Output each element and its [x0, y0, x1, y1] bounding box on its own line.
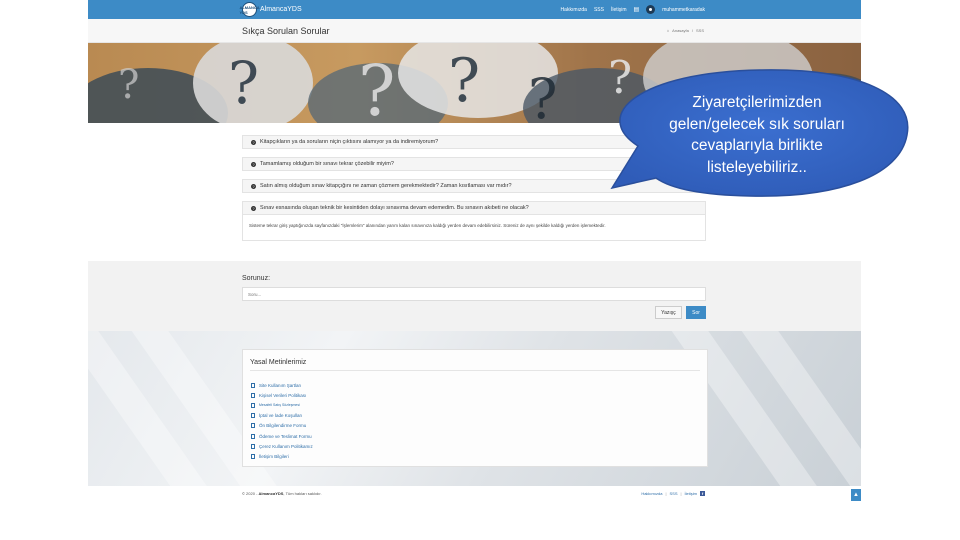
callout-line: cevaplarıyla birlikte: [691, 137, 823, 154]
question-circle-icon: ?: [251, 139, 256, 145]
copyright-prefix: © 2020 -: [242, 491, 259, 496]
home-icon: ⌂: [666, 28, 670, 33]
cart-icon[interactable]: ▤: [634, 7, 640, 13]
breadcrumb-separator: /: [691, 28, 693, 33]
copyright: © 2020 - AlmancaYDS, Tüm hakları saklıdı…: [242, 491, 322, 496]
legal-link-label: Kişisel Verileri Politikası: [259, 392, 307, 398]
brand-name: AlmancaYDS: [260, 6, 302, 13]
legal-link[interactable]: Mesafeli Satış Sözleşmesi: [251, 400, 313, 410]
footer-links: Hakkımızda | SSS | İletişim f: [641, 491, 705, 496]
footer-link-about[interactable]: Hakkımızda: [641, 491, 662, 496]
document-icon: [251, 443, 255, 449]
write-button[interactable]: Yazışç: [655, 306, 682, 319]
document-icon: [251, 453, 255, 459]
ask-button[interactable]: Sor: [686, 306, 706, 319]
legal-link[interactable]: Ön Bilgilendirme Formu: [251, 421, 313, 431]
copyright-brand: AlmancaYDS: [258, 491, 284, 496]
breadcrumb: ⌂ Anasayfa / SSS: [667, 28, 704, 33]
document-icon: [251, 392, 255, 398]
page-title: Sıkça Sorulan Sorular: [242, 26, 330, 36]
legal-section: Yasal Metinlerimiz Site Kullanım Şartlar…: [88, 331, 861, 486]
callout-line: gelen/gelecek sık soruları: [669, 115, 845, 133]
nav-link-about[interactable]: Hakkımızda: [561, 7, 587, 13]
faq-question: Sınav esnasında oluşan teknik bir kesint…: [260, 205, 529, 211]
question-circle-icon: ?: [251, 161, 256, 167]
ask-question-section: Sorunuz: Yazışç Sor: [88, 261, 861, 331]
question-circle-icon: ?: [251, 205, 256, 211]
brand[interactable]: ALMANCA YDS AlmancaYDS: [239, 2, 302, 17]
legal-link-label: Site Kullanım Şartları: [259, 382, 302, 388]
top-navbar: ALMANCA YDS AlmancaYDS Hakkımızda SSS İl…: [88, 0, 861, 19]
breadcrumb-home[interactable]: Anasayfa: [672, 28, 689, 33]
copyright-suffix: , Tüm hakları saklıdır.: [283, 491, 322, 496]
question-circle-icon: ?: [251, 183, 256, 189]
faq-question: Tamamlamış olduğum bir sınavı tekrar çöz…: [260, 161, 394, 167]
legal-link[interactable]: Çerez Kullanım Politikamız: [251, 441, 313, 451]
svg-text:?: ?: [228, 49, 259, 117]
speech-bubble-text: Ziyaretçilerimizden gelen/gelecek sık so…: [657, 92, 857, 178]
faq-question: Kitapçıkların ya da soruların niçin çıkt…: [260, 139, 439, 145]
question-label: Sorunuz:: [242, 275, 271, 282]
legal-link[interactable]: Ödeme ve Teslimat Formu: [251, 431, 313, 441]
footer: © 2020 - AlmancaYDS, Tüm hakları saklıdı…: [88, 486, 861, 502]
document-icon: [251, 433, 255, 439]
question-input[interactable]: [242, 287, 706, 301]
divider: [250, 370, 700, 371]
legal-link[interactable]: İletişim Bilgileri: [251, 451, 313, 461]
document-icon: [251, 423, 255, 429]
legal-link[interactable]: Site Kullanım Şartları: [251, 380, 313, 390]
footer-link-contact[interactable]: İletişim: [685, 491, 697, 496]
legal-link[interactable]: Kişisel Verileri Politikası: [251, 390, 313, 400]
faq-answer: Sisteme tekrar giriş yaptığınızda sayfan…: [242, 215, 706, 241]
legal-link-label: Ön Bilgilendirme Formu: [259, 423, 307, 429]
svg-text:?: ?: [528, 67, 558, 123]
legal-link-label: İptal ve İade Koşulları: [259, 413, 303, 419]
slide: ALMANCA YDS AlmancaYDS Hakkımızda SSS İl…: [0, 0, 960, 540]
nav-link-faq[interactable]: SSS: [594, 7, 604, 13]
username[interactable]: muhammetkaradak: [662, 7, 705, 13]
svg-text:?: ?: [118, 62, 139, 108]
title-bar: Sıkça Sorulan Sorular ⌂ Anasayfa / SSS: [88, 19, 861, 43]
separator: |: [680, 491, 682, 496]
svg-text:?: ?: [358, 50, 396, 123]
callout-line: Ziyaretçilerimizden: [692, 94, 822, 111]
callout-line: listeleyebiliriz..: [707, 158, 807, 176]
logo-icon: ALMANCA YDS: [239, 2, 260, 17]
footer-link-faq[interactable]: SSS: [669, 491, 677, 496]
facebook-icon[interactable]: f: [700, 491, 705, 496]
scroll-to-top-button[interactable]: ▲: [851, 489, 861, 501]
legal-link[interactable]: İptal ve İade Koşulları: [251, 411, 313, 421]
legal-link-label: Çerez Kullanım Politikamız: [259, 443, 313, 449]
document-icon: [251, 382, 255, 388]
legal-link-label: Mesafeli Satış Sözleşmesi: [259, 403, 300, 408]
separator: |: [665, 491, 667, 496]
legal-title: Yasal Metinlerimiz: [250, 359, 307, 366]
document-icon: [251, 402, 255, 408]
breadcrumb-current: SSS: [695, 28, 704, 33]
nav-links: Hakkımızda SSS İletişim ▤ muhammetkarada…: [561, 0, 705, 19]
legal-link-label: Ödeme ve Teslimat Formu: [259, 433, 312, 439]
user-avatar-icon[interactable]: [646, 5, 656, 14]
svg-text:?: ?: [448, 46, 480, 116]
legal-links: Site Kullanım Şartları Kişisel Verileri …: [251, 380, 313, 462]
nav-link-contact[interactable]: İletişim: [611, 7, 627, 13]
legal-card: Yasal Metinlerimiz Site Kullanım Şartlar…: [242, 349, 708, 467]
faq-question: Satın almış olduğum sınav kitapçığını ne…: [260, 183, 512, 189]
legal-link-label: İletişim Bilgileri: [259, 453, 289, 459]
logo-text: ALMANCA YDS: [239, 4, 260, 15]
document-icon: [251, 413, 255, 419]
